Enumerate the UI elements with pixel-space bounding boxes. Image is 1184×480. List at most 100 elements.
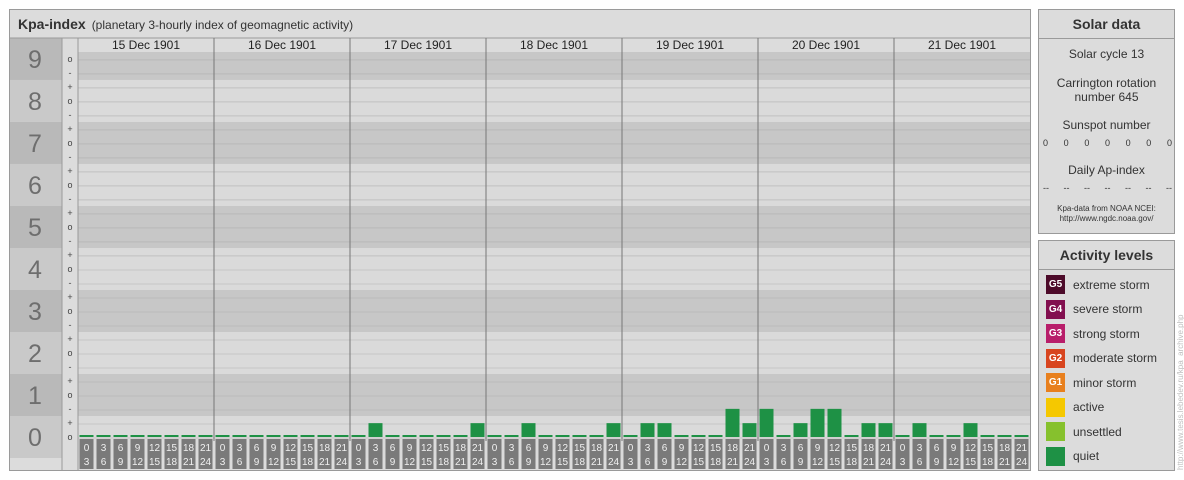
- interval-end-label: 18: [710, 457, 722, 468]
- kpa-bar: [198, 435, 213, 437]
- day-label: 15 Dec 1901: [112, 38, 180, 52]
- day-label: 18 Dec 1901: [520, 38, 588, 52]
- kpa-bar: [215, 435, 230, 437]
- kpa-bar: [929, 435, 944, 437]
- interval-start-label: 18: [999, 443, 1011, 454]
- y-minor-tick-label: -: [69, 362, 72, 372]
- interval-start-label: 0: [492, 443, 498, 454]
- watermark-url: http://www.tesis.lebedev.ru/kpa_archive.…: [1176, 314, 1184, 471]
- y-tick-label: 0: [28, 424, 42, 452]
- interval-end-label: 21: [863, 457, 875, 468]
- interval-end-label: 24: [472, 457, 484, 468]
- activity-level-label: extreme storm: [1073, 277, 1150, 292]
- interval-end-label: 6: [645, 457, 651, 468]
- day-label: 17 Dec 1901: [384, 38, 452, 52]
- interval-end-label: 15: [149, 457, 161, 468]
- activity-level-extreme-storm: G5 extreme storm: [1046, 275, 1150, 294]
- y-tick-label: 7: [28, 130, 42, 158]
- y-minor-tick-label: +: [67, 250, 72, 260]
- kpa-bar: [402, 435, 417, 437]
- interval-end-label: 3: [84, 457, 90, 468]
- y-minor-tick-label: o: [67, 348, 72, 358]
- y-tick-label: 6: [28, 172, 42, 200]
- kpa-bar: [589, 435, 604, 437]
- kpa-bar: [436, 435, 451, 437]
- sunspot-value: 0: [1084, 138, 1090, 148]
- interval-start-label: 9: [543, 443, 549, 454]
- activity-level-label: unsettled: [1073, 424, 1122, 439]
- kpa-bar: [232, 435, 247, 437]
- y-minor-tick-label: +: [67, 292, 72, 302]
- interval-start-label: 12: [693, 443, 705, 454]
- activity-level-swatch: G1: [1046, 373, 1065, 392]
- interval-start-label: 0: [628, 443, 634, 454]
- activity-level-label: minor storm: [1073, 375, 1137, 390]
- interval-start-label: 6: [934, 443, 940, 454]
- activity-level-label: quiet: [1073, 449, 1100, 463]
- interval-end-label: 24: [336, 457, 348, 468]
- y-minor-tick-label: o: [67, 138, 72, 148]
- y-tick-label: 9: [28, 46, 42, 74]
- y-tick-label: 8: [28, 88, 42, 116]
- kpa-bar: [96, 435, 111, 437]
- kpa-bar: [827, 408, 842, 437]
- interval-end-label: 6: [781, 457, 787, 468]
- kpa-bar: [895, 435, 910, 437]
- interval-end-label: 24: [880, 457, 892, 468]
- day-label: 19 Dec 1901: [656, 38, 724, 52]
- interval-start-label: 9: [271, 443, 277, 454]
- interval-end-label: 15: [693, 457, 705, 468]
- y-minor-tick-label: o: [67, 264, 72, 274]
- interval-end-label: 6: [917, 457, 923, 468]
- y-minor-tick-label: -: [69, 152, 72, 162]
- y-minor-tick-label: o: [67, 54, 72, 64]
- activity-level-label: active: [1073, 400, 1105, 414]
- interval-start-label: 21: [744, 443, 756, 454]
- interval-start-label: 15: [166, 443, 178, 454]
- kpa-bar: [113, 435, 128, 437]
- interval-start-label: 21: [880, 443, 892, 454]
- interval-end-label: 9: [934, 457, 940, 468]
- interval-start-label: 15: [846, 443, 858, 454]
- interval-end-label: 24: [744, 457, 756, 468]
- kpa-bar: [1014, 435, 1029, 437]
- kpa-bar: [980, 435, 995, 437]
- interval-start-label: 12: [149, 443, 161, 454]
- y-tick-label: 2: [28, 340, 42, 368]
- interval-start-label: 9: [815, 443, 821, 454]
- solar-cycle: Solar cycle 13: [1068, 47, 1145, 61]
- interval-start-label: 21: [608, 443, 620, 454]
- y-minor-tick-label: +: [67, 334, 72, 344]
- interval-end-label: 6: [509, 457, 515, 468]
- kpa-bar: [385, 435, 400, 437]
- y-tick-label: 3: [28, 298, 42, 326]
- interval-end-label: 9: [390, 457, 396, 468]
- solar-data-title: Solar data: [1039, 10, 1174, 39]
- kpa-bar: [351, 435, 366, 437]
- interval-start-label: 3: [645, 443, 651, 454]
- source-note-line2: http://www.ngdc.noaa.gov/: [1059, 214, 1154, 223]
- interval-start-label: 18: [319, 443, 331, 454]
- activity-level-moderate-storm: G2 moderate storm: [1046, 348, 1157, 368]
- kpa-bar: [555, 435, 570, 437]
- kpa-bar: [708, 435, 723, 437]
- activity-levels-title: Activity levels: [1039, 241, 1174, 270]
- interval-end-label: 3: [356, 457, 362, 468]
- y-minor-tick-label: -: [69, 404, 72, 414]
- interval-start-label: 9: [407, 443, 413, 454]
- interval-end-label: 15: [965, 457, 977, 468]
- kpa-bar-chart: 15 Dec 1901 16 Dec 1901 17 Dec 1901 18 Dec …: [10, 37, 1030, 470]
- interval-start-label: 0: [220, 443, 226, 454]
- y-minor-tick-label: o: [67, 306, 72, 316]
- y-minor-tick-label: o: [67, 96, 72, 106]
- interval-start-label: 0: [764, 443, 770, 454]
- interval-start-label: 3: [101, 443, 107, 454]
- carrington-rotation-line2: number 645: [1074, 90, 1139, 104]
- kpa-bar: [997, 435, 1012, 437]
- interval-start-label: 12: [965, 443, 977, 454]
- interval-end-label: 12: [132, 457, 144, 468]
- kpa-bar: [487, 435, 502, 437]
- kpa-bar: [725, 408, 740, 437]
- kpa-bar: [453, 435, 468, 437]
- kpa-bar: [912, 423, 927, 437]
